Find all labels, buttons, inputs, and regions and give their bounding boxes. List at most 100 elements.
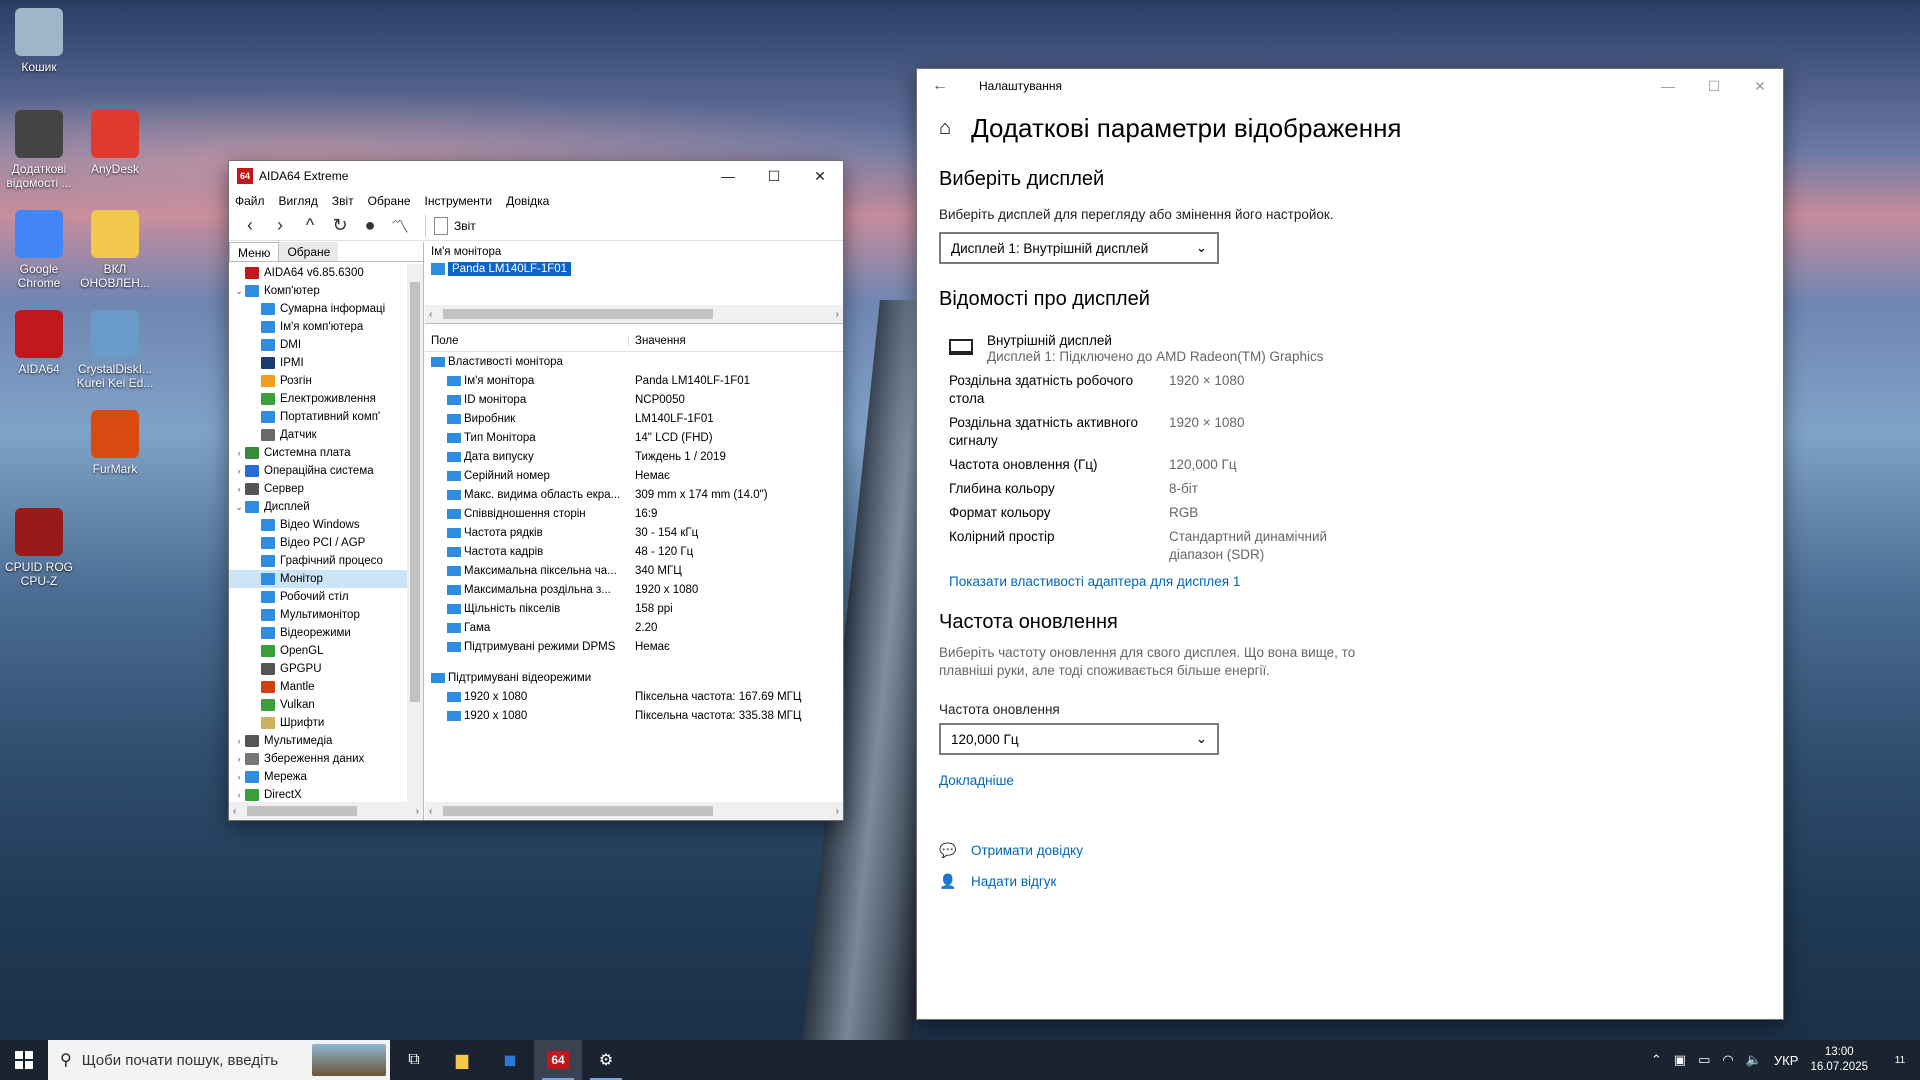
desktop-icon[interactable]: AnyDesk bbox=[76, 110, 154, 176]
scroll-left-icon[interactable]: ‹ bbox=[233, 806, 236, 817]
expand-toggle-icon[interactable]: › bbox=[233, 772, 245, 782]
tab-menu[interactable]: Меню bbox=[229, 242, 280, 261]
tree-node[interactable]: OpenGL bbox=[229, 642, 407, 660]
scroll-left-icon[interactable]: ‹ bbox=[429, 309, 432, 320]
outlook-icon[interactable]: ◼ bbox=[486, 1040, 534, 1080]
tree-node[interactable]: Робочий стіл bbox=[229, 588, 407, 606]
desktop-icon[interactable]: CrystalDiskI... Kurei Kei Ed... bbox=[76, 310, 154, 390]
table-row[interactable]: Дата випуску Тиждень 1 / 2019 bbox=[425, 447, 843, 466]
settings-titlebar[interactable]: ← Налаштування — ☐ ✕ bbox=[917, 69, 1783, 103]
table-row[interactable]: Максимальна роздільна з... 1920 x 1080 bbox=[425, 580, 843, 599]
refresh-icon[interactable]: ↻ bbox=[327, 214, 353, 238]
maximize-button[interactable]: ☐ bbox=[751, 161, 797, 191]
tree-node[interactable]: Шрифти bbox=[229, 714, 407, 732]
tree-node[interactable]: Mantle bbox=[229, 678, 407, 696]
table-row[interactable]: Співвідношення сторін 16:9 bbox=[425, 504, 843, 523]
language-indicator[interactable]: УКР bbox=[1774, 1053, 1799, 1068]
expand-toggle-icon[interactable]: › bbox=[233, 736, 245, 746]
scroll-right-icon[interactable]: › bbox=[836, 309, 839, 320]
scroll-thumb[interactable] bbox=[247, 806, 357, 816]
column-value[interactable]: Значення bbox=[629, 335, 686, 347]
give-feedback-link[interactable]: Надати відгук bbox=[971, 874, 1056, 889]
tree-node[interactable]: Vulkan bbox=[229, 696, 407, 714]
details-horizontal-scrollbar[interactable]: ‹ › bbox=[425, 802, 843, 820]
expand-toggle-icon[interactable]: ⌄ bbox=[233, 286, 245, 297]
expand-toggle-icon[interactable]: › bbox=[233, 790, 245, 800]
wifi-icon[interactable]: ◠ bbox=[1722, 1052, 1733, 1068]
tree-node[interactable]: ⌄ Комп'ютер bbox=[229, 282, 407, 300]
scroll-right-icon[interactable]: › bbox=[836, 806, 839, 817]
device-list-scrollbar[interactable]: ‹ › bbox=[425, 305, 843, 323]
scroll-left-icon[interactable]: ‹ bbox=[429, 806, 432, 817]
desktop-icon[interactable]: ВКЛ ОНОВЛЕН... bbox=[76, 210, 154, 290]
desktop-icon[interactable]: FurMark bbox=[76, 410, 154, 476]
learn-more-link[interactable]: Докладніше bbox=[939, 773, 1014, 788]
menu-item[interactable]: Інструменти bbox=[425, 194, 493, 208]
notification-center-icon[interactable]: 11 bbox=[1880, 1040, 1920, 1080]
taskbar-search[interactable]: ⚲ Щоби почати пошук, введіть bbox=[48, 1040, 390, 1080]
tree-node[interactable]: › Мережа bbox=[229, 768, 407, 786]
table-row[interactable]: ID монітора NCP0050 bbox=[425, 390, 843, 409]
table-row[interactable]: 1920 x 1080 Піксельна частота: 167.69 МГЦ bbox=[425, 687, 843, 706]
tree-node[interactable]: Відео PCI / AGP bbox=[229, 534, 407, 552]
menu-item[interactable]: Звіт bbox=[332, 194, 354, 208]
tree-node[interactable]: › DirectX bbox=[229, 786, 407, 802]
tree-node[interactable]: Мультимонітор bbox=[229, 606, 407, 624]
menu-item[interactable]: Обране bbox=[368, 194, 411, 208]
table-row[interactable]: Ім'я монітора Panda LM140LF-1F01 bbox=[425, 371, 843, 390]
tree-node[interactable]: ⌄ Дисплей bbox=[229, 498, 407, 516]
tree-node[interactable]: GPGPU bbox=[229, 660, 407, 678]
close-button[interactable]: ✕ bbox=[1737, 71, 1783, 101]
expand-toggle-icon[interactable]: › bbox=[233, 448, 245, 458]
desktop-icon[interactable]: CPUID ROG CPU-Z bbox=[0, 508, 78, 588]
tree-node[interactable]: Відеорежими bbox=[229, 624, 407, 642]
expand-toggle-icon[interactable]: › bbox=[233, 484, 245, 494]
table-row[interactable]: Щільність пікселів 158 ppi bbox=[425, 599, 843, 618]
tree-node[interactable]: IPMI bbox=[229, 354, 407, 372]
forward-icon[interactable]: › bbox=[267, 214, 293, 238]
report-button[interactable]: Звіт bbox=[434, 216, 476, 235]
scroll-thumb[interactable] bbox=[443, 309, 713, 319]
tree-node[interactable]: AIDA64 v6.85.6300 bbox=[229, 264, 407, 282]
column-field[interactable]: Поле bbox=[425, 334, 629, 347]
tree-node[interactable]: Розгін bbox=[229, 372, 407, 390]
table-row[interactable]: Виробник LM140LF-1F01 bbox=[425, 409, 843, 428]
tree-node[interactable]: › Системна плата bbox=[229, 444, 407, 462]
desktop-icon[interactable]: Додаткові відомості ... bbox=[0, 110, 78, 190]
close-button[interactable]: ✕ bbox=[797, 161, 843, 191]
table-row[interactable]: Гама 2.20 bbox=[425, 618, 843, 637]
tree-vertical-scrollbar[interactable] bbox=[407, 264, 423, 802]
desktop-icon[interactable]: AIDA64 bbox=[0, 310, 78, 376]
minimize-button[interactable]: — bbox=[705, 161, 751, 191]
tree-node[interactable]: › Збереження даних bbox=[229, 750, 407, 768]
menu-item[interactable]: Довідка bbox=[506, 194, 549, 208]
expand-toggle-icon[interactable]: ⌄ bbox=[233, 502, 245, 513]
tree-node[interactable]: Відео Windows bbox=[229, 516, 407, 534]
tree-node[interactable]: Датчик bbox=[229, 426, 407, 444]
settings-taskbar-icon[interactable]: ⚙ bbox=[582, 1040, 630, 1080]
device-list-item-selected[interactable]: Panda LM140LF-1F01 bbox=[431, 262, 572, 276]
maximize-button[interactable]: ☐ bbox=[1691, 71, 1737, 101]
tree-node[interactable]: › Операційна система bbox=[229, 462, 407, 480]
user-icon[interactable]: ● bbox=[357, 214, 383, 238]
tab-favorites[interactable]: Обране bbox=[279, 242, 339, 261]
table-row[interactable]: Максимальна піксельна ча... 340 МГЦ bbox=[425, 561, 843, 580]
refresh-rate-dropdown[interactable]: 120,000 Гц ⌄ bbox=[939, 723, 1219, 755]
tree-horizontal-scrollbar[interactable]: ‹ › bbox=[229, 802, 423, 820]
tree-node[interactable]: Сумарна інформаці bbox=[229, 300, 407, 318]
table-row[interactable]: Серійний номер Немає bbox=[425, 466, 843, 485]
desktop-icon[interactable]: Кошик bbox=[0, 8, 78, 74]
tree-node[interactable]: › Сервер bbox=[229, 480, 407, 498]
expand-toggle-icon[interactable]: › bbox=[233, 754, 245, 764]
tree-node[interactable]: Монітор bbox=[229, 570, 407, 588]
battery-icon[interactable]: ▭ bbox=[1698, 1052, 1710, 1068]
tree-node[interactable]: Ім'я комп'ютера bbox=[229, 318, 407, 336]
tree-node[interactable]: Графічний процесо bbox=[229, 552, 407, 570]
task-view-icon[interactable]: ⧉ bbox=[390, 1040, 438, 1080]
aida64-taskbar-icon[interactable]: 64 bbox=[534, 1040, 582, 1080]
file-explorer-icon[interactable]: ▆ bbox=[438, 1040, 486, 1080]
aida64-titlebar[interactable]: 64 AIDA64 Extreme — ☐ ✕ bbox=[229, 161, 843, 191]
scroll-thumb[interactable] bbox=[443, 806, 713, 816]
tree-node[interactable]: › Мультимедіа bbox=[229, 732, 407, 750]
menu-item[interactable]: Вигляд bbox=[279, 194, 318, 208]
